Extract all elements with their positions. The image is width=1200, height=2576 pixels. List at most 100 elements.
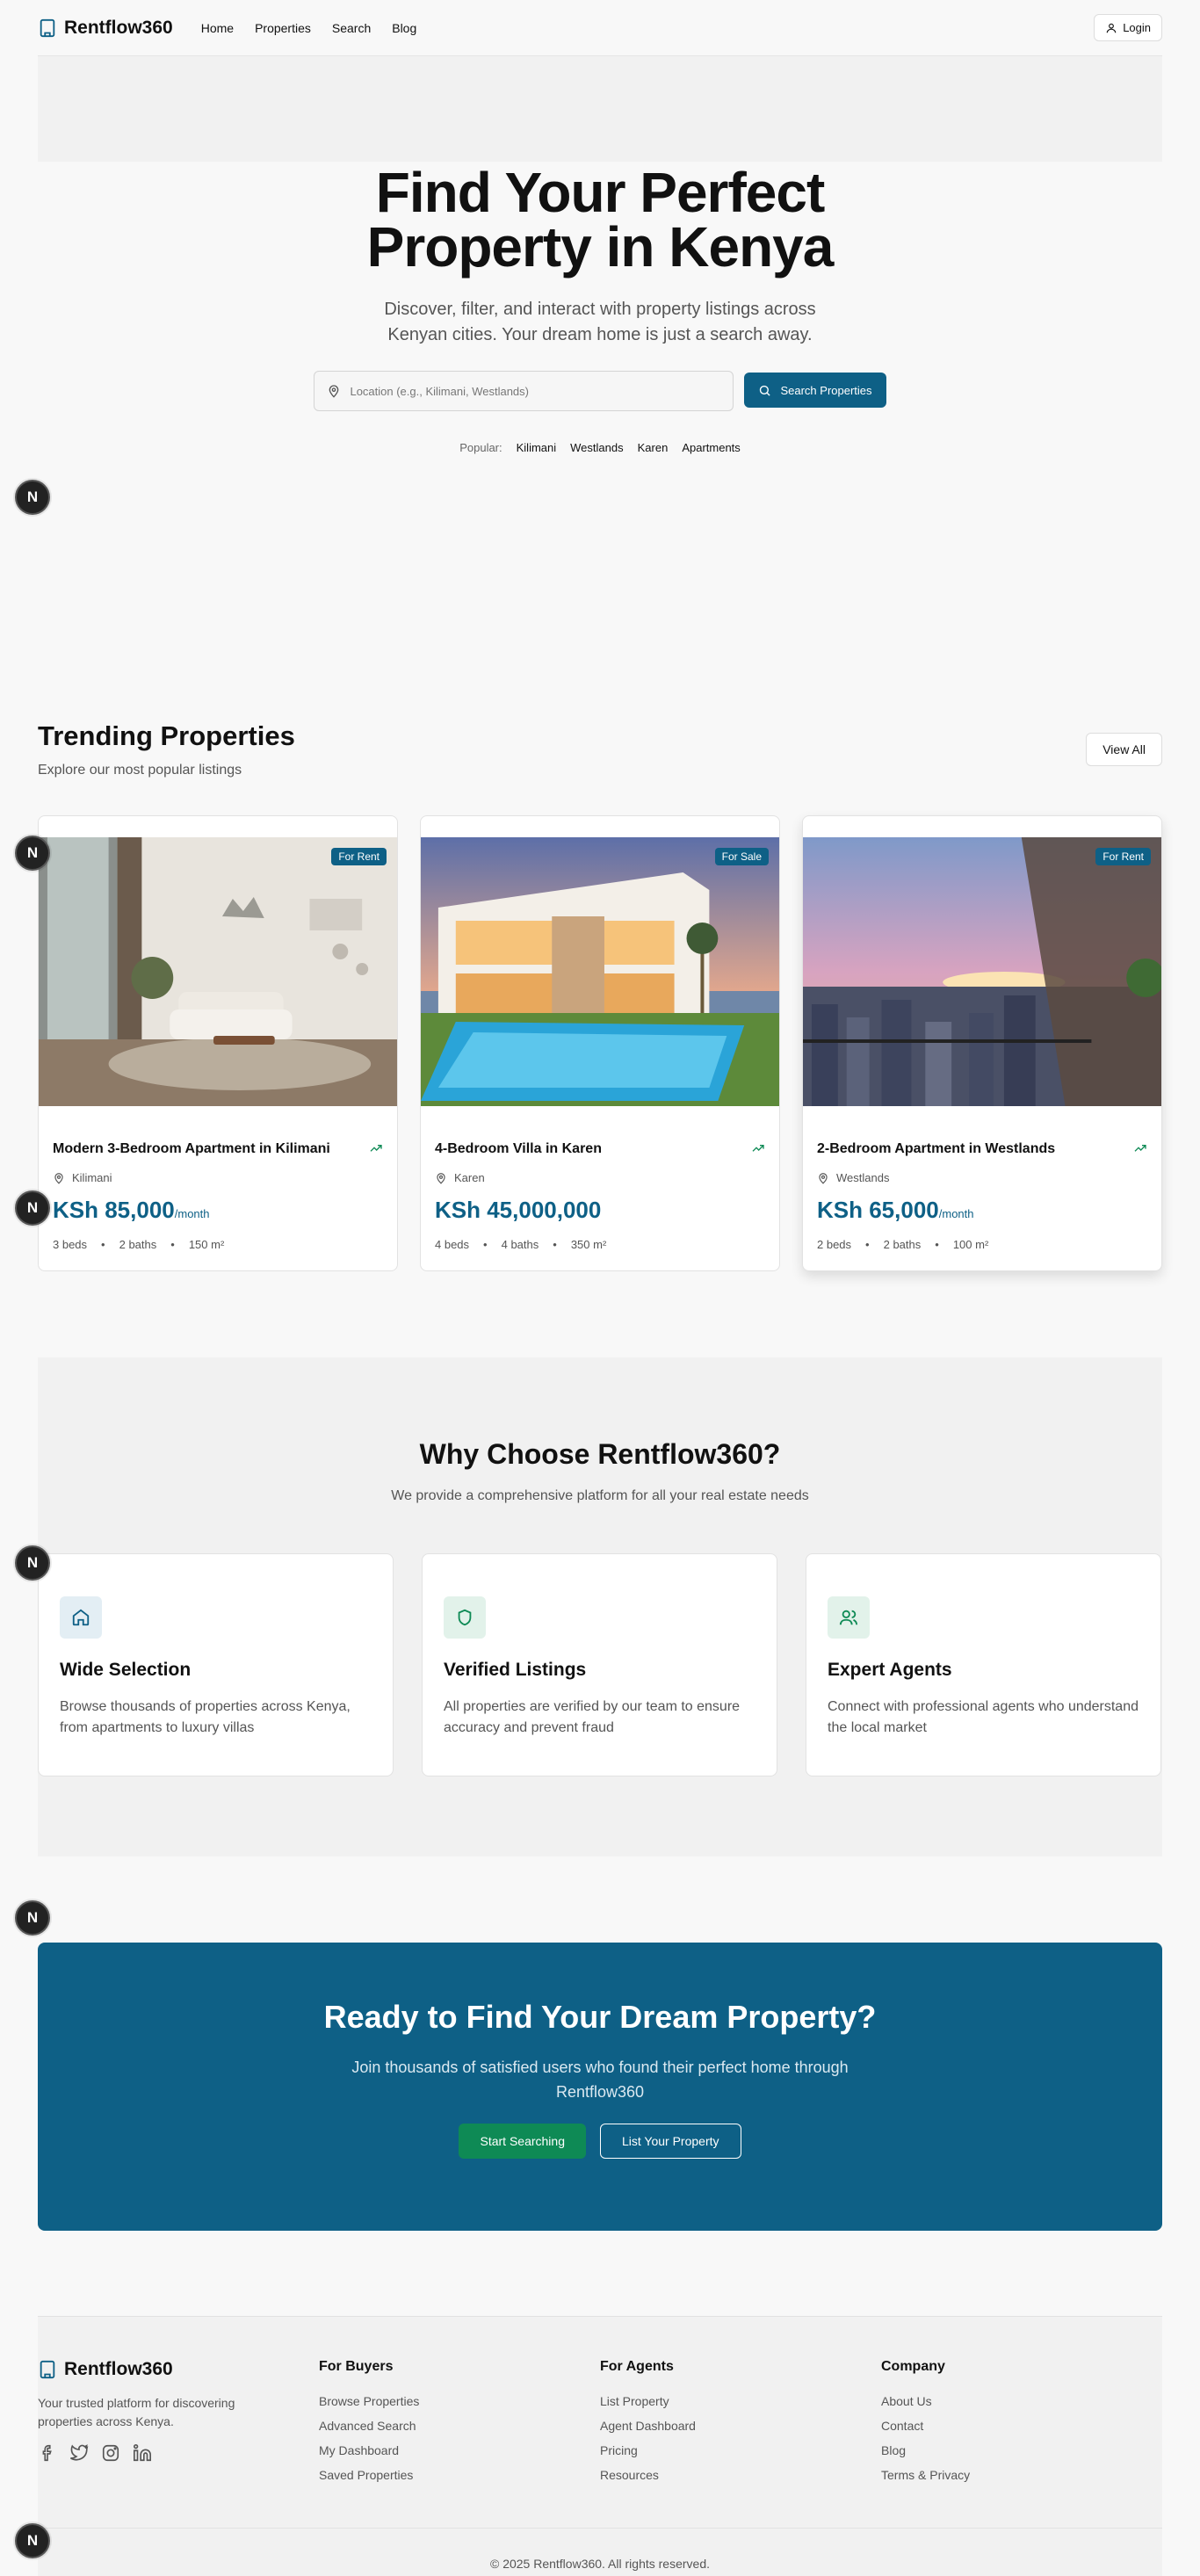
feature-title: Verified Listings xyxy=(444,1660,587,1680)
feature-text: Connect with professional agents who und… xyxy=(828,1699,1139,1735)
property-location: Karen xyxy=(454,1171,485,1184)
feature-text: All properties are verified by our team … xyxy=(444,1699,741,1735)
property-image: For Rent xyxy=(803,837,1161,1106)
footer-link[interactable]: Advanced Search xyxy=(319,2419,600,2433)
user-icon xyxy=(1106,23,1117,33)
popular-searches: Popular: Kilimani Westlands Karen Apartm… xyxy=(459,441,741,454)
popular-tag-westlands[interactable]: Westlands xyxy=(570,441,623,454)
search-properties-button[interactable]: Search Properties xyxy=(744,373,886,408)
footer-link[interactable]: Resources xyxy=(600,2468,881,2482)
home-icon xyxy=(60,1596,102,1639)
shield-icon xyxy=(444,1596,486,1639)
linkedin-icon[interactable] xyxy=(133,2443,152,2463)
nav-search[interactable]: Search xyxy=(332,21,371,35)
map-pin-icon xyxy=(54,1172,63,1184)
trending-up-icon xyxy=(752,1145,764,1152)
property-title: 4-Bedroom Villa in Karen xyxy=(435,1141,602,1156)
instagram-icon[interactable] xyxy=(101,2443,120,2463)
feature-text: Browse thousands of properties across Ke… xyxy=(60,1699,351,1735)
footer: Rentflow360 Your trusted platform for di… xyxy=(38,2316,1162,2576)
dev-tools-badge[interactable]: N xyxy=(15,1190,50,1226)
dev-tools-badge[interactable]: N xyxy=(15,480,50,515)
footer-link[interactable]: Browse Properties xyxy=(319,2394,600,2408)
dev-tools-badge[interactable]: N xyxy=(15,1545,50,1581)
footer-link[interactable]: List Property xyxy=(600,2394,881,2408)
copyright: © 2025 Rentflow360. All rights reserved. xyxy=(38,2528,1162,2571)
feature-title: Wide Selection xyxy=(60,1660,192,1680)
feature-card: Verified Listings All properties are ver… xyxy=(422,1553,777,1776)
trending-subtitle: Explore our most popular listings xyxy=(38,763,242,778)
feature-card: Wide Selection Browse thousands of prope… xyxy=(38,1553,394,1776)
popular-tag-karen[interactable]: Karen xyxy=(638,441,669,454)
footer-column-buyers: For Buyers Browse Properties Advanced Se… xyxy=(319,2359,600,2493)
property-card[interactable]: For Sale 4-Bedroom Villa in Karen Karen … xyxy=(420,815,780,1271)
nav-blog[interactable]: Blog xyxy=(392,21,416,35)
property-specs: 3 beds • 2 baths • 150 m² xyxy=(53,1238,225,1251)
twitter-icon[interactable] xyxy=(69,2443,89,2463)
footer-link[interactable]: About Us xyxy=(881,2394,1162,2408)
footer-link[interactable]: Saved Properties xyxy=(319,2468,600,2482)
popular-tag-kilimani[interactable]: Kilimani xyxy=(517,441,557,454)
trending-title: Trending Properties xyxy=(38,720,295,751)
footer-link[interactable]: Pricing xyxy=(600,2443,881,2457)
top-nav: Rentflow360 Home Properties Search Blog … xyxy=(38,0,1162,56)
cta-text: Join thousands of satisfied users who fo… xyxy=(351,2059,849,2101)
brand-name: Rentflow360 xyxy=(64,17,173,38)
property-specs: 2 beds • 2 baths • 100 m² xyxy=(817,1238,989,1251)
list-property-button[interactable]: List Your Property xyxy=(599,2124,741,2159)
start-searching-button[interactable]: Start Searching xyxy=(459,2124,586,2159)
footer-link[interactable]: My Dashboard xyxy=(319,2443,600,2457)
search-icon xyxy=(760,385,771,396)
footer-description: Your trusted platform for discovering pr… xyxy=(38,2396,235,2428)
map-pin-icon xyxy=(437,1172,445,1184)
why-title: Why Choose Rentflow360? xyxy=(419,1438,781,1470)
listing-type-badge: For Sale xyxy=(714,848,769,865)
trending-section: Trending Properties Explore our most pop… xyxy=(38,720,1162,1271)
property-location: Westlands xyxy=(836,1171,890,1184)
property-card[interactable]: For Rent Modern 3-Bedroom Apartment in K… xyxy=(38,815,398,1271)
property-price: KSh 65,000/month xyxy=(817,1197,974,1223)
login-button[interactable]: Login xyxy=(1094,14,1162,41)
dev-tools-badge[interactable]: N xyxy=(15,2523,50,2558)
dev-tools-badge[interactable]: N xyxy=(15,1900,50,1936)
property-price: KSh 85,000/month xyxy=(53,1197,210,1223)
property-location: Kilimani xyxy=(72,1171,112,1184)
hero-title: Find Your Perfect Property in Kenya xyxy=(366,161,835,279)
building-icon xyxy=(40,2360,55,2379)
feature-card: Expert Agents Connect with professional … xyxy=(806,1553,1161,1776)
facebook-icon[interactable] xyxy=(38,2443,57,2463)
footer-logo[interactable]: Rentflow360 xyxy=(38,2359,319,2380)
property-title: Modern 3-Bedroom Apartment in Kilimani xyxy=(53,1141,330,1156)
listing-type-badge: For Rent xyxy=(331,848,387,865)
map-pin-icon xyxy=(819,1172,828,1184)
footer-column-agents: For Agents List Property Agent Dashboard… xyxy=(600,2359,881,2493)
hero-section: Find Your Perfect Property in Kenya Disco… xyxy=(38,56,1162,583)
building-icon xyxy=(40,18,55,37)
property-price: KSh 45,000,000 xyxy=(435,1197,602,1223)
footer-link[interactable]: Contact xyxy=(881,2419,1162,2433)
trending-up-icon xyxy=(1134,1145,1146,1152)
property-card[interactable]: For Rent 2-Bedroom Apartment in Westland… xyxy=(802,815,1162,1271)
dev-tools-badge[interactable]: N xyxy=(15,836,50,871)
footer-link[interactable]: Terms & Privacy xyxy=(881,2468,1162,2482)
footer-link[interactable]: Blog xyxy=(881,2443,1162,2457)
cta-title: Ready to Find Your Dream Property? xyxy=(323,1999,877,2035)
property-image: For Rent xyxy=(39,837,397,1106)
why-subtitle: We provide a comprehensive platform for … xyxy=(391,1488,809,1503)
users-icon xyxy=(828,1596,870,1639)
map-pin-icon xyxy=(329,385,339,398)
logo[interactable]: Rentflow360 xyxy=(38,18,173,39)
popular-tag-apartments[interactable]: Apartments xyxy=(682,441,740,454)
footer-link[interactable]: Agent Dashboard xyxy=(600,2419,881,2433)
location-search-input[interactable]: Location (e.g., Kilimani, Westlands) xyxy=(314,371,734,411)
property-title: 2-Bedroom Apartment in Westlands xyxy=(817,1141,1056,1156)
view-all-button[interactable]: View All xyxy=(1086,733,1162,766)
listing-type-badge: For Rent xyxy=(1095,848,1151,865)
nav-home[interactable]: Home xyxy=(201,21,234,35)
property-specs: 4 beds • 4 baths • 350 m² xyxy=(435,1238,607,1251)
hero-subtitle: Discover, filter, and interact with prop… xyxy=(384,300,816,344)
nav-properties[interactable]: Properties xyxy=(255,21,311,35)
why-section: Why Choose Rentflow360? We provide a com… xyxy=(38,1357,1162,1856)
cta-banner: Ready to Find Your Dream Property? Join … xyxy=(38,1943,1162,2231)
footer-column-company: Company About Us Contact Blog Terms & Pr… xyxy=(881,2359,1162,2493)
